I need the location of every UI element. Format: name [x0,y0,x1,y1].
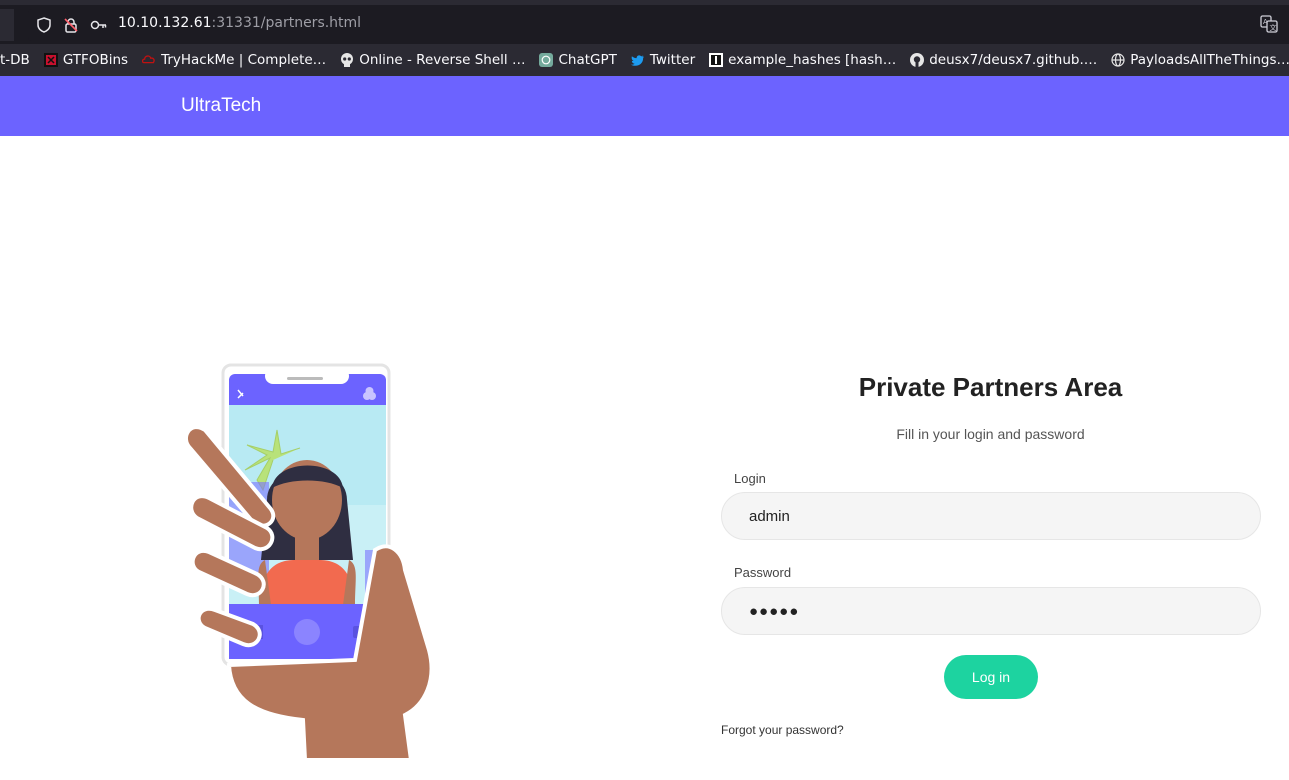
bookmark-label: Online - Reverse Shell … [359,52,526,68]
insecure-lock-icon[interactable] [61,15,81,35]
bookmark-item[interactable]: Twitter [623,44,701,76]
skull-icon [340,53,354,67]
bookmark-label: GTFOBins [62,52,129,68]
key-icon[interactable] [89,15,109,35]
svg-text:文: 文 [1270,23,1277,32]
bookmark-item[interactable]: TryHackMe | Complete… [134,44,332,76]
phone-hand-illustration [184,363,434,762]
bookmark-item[interactable]: PayloadsAllTheThings… [1103,44,1289,76]
globe-icon [1111,53,1125,67]
forgot-password-link[interactable]: Forgot your password? [721,723,844,737]
url-path: :31331/partners.html [211,15,362,31]
tab-strip-edge [0,0,1289,5]
bookmark-label: example_hashes [hash… [728,52,897,68]
bookmarks-bar: t-DB GTFOBins TryHackMe | Complete… Onli… [0,44,1289,76]
hashcat-icon [709,53,724,67]
sidebar-edge [0,9,14,41]
site-navbar: UltraTech [0,76,1289,136]
login-button[interactable]: Log in [944,655,1038,699]
browser-toolbar: 10.10.132.61:31331/partners.html A文 [0,0,1289,44]
login-label: Login [734,471,766,486]
gtfobins-icon [43,53,58,67]
svg-text:A: A [1263,18,1268,26]
bookmark-label: t-DB [0,52,30,68]
bookmark-item[interactable]: Online - Reverse Shell … [332,44,531,76]
bookmark-label: TryHackMe | Complete… [161,52,327,68]
bookmark-label: deusx7/deusx7.github.… [929,52,1098,68]
url-host: 10.10.132.61 [118,15,212,31]
login-value: admin [749,507,790,525]
bookmark-item[interactable]: deusx7/deusx7.github.… [902,44,1103,76]
tryhackme-icon [142,53,156,67]
bookmark-label: PayloadsAllTheThings… [1130,52,1289,68]
shield-icon[interactable] [34,15,54,35]
password-input[interactable]: ●●●●● [721,587,1261,635]
brand-logo[interactable]: UltraTech [181,95,261,117]
bookmark-item[interactable]: GTFOBins [36,44,134,76]
bookmark-item[interactable]: t-DB [0,44,36,76]
login-input[interactable]: admin [721,492,1261,540]
twitter-icon [630,53,645,67]
bookmark-label: ChatGPT [558,52,617,68]
form-subtitle: Fill in your login and password [896,426,1085,442]
github-icon [910,53,925,67]
password-label: Password [734,565,792,580]
translate-icon[interactable]: A文 [1260,15,1278,33]
chatgpt-icon [539,53,554,67]
bookmark-label: Twitter [649,52,696,68]
address-bar[interactable]: 10.10.132.61:31331/partners.html A文 [0,9,1286,41]
url-text[interactable]: 10.10.132.61:31331/partners.html [118,15,361,31]
bookmark-item[interactable]: ChatGPT [531,44,622,76]
form-title: Private Partners Area [858,372,1123,402]
password-value: ●●●●● [749,602,800,620]
bookmark-item[interactable]: example_hashes [hash… [701,44,902,76]
